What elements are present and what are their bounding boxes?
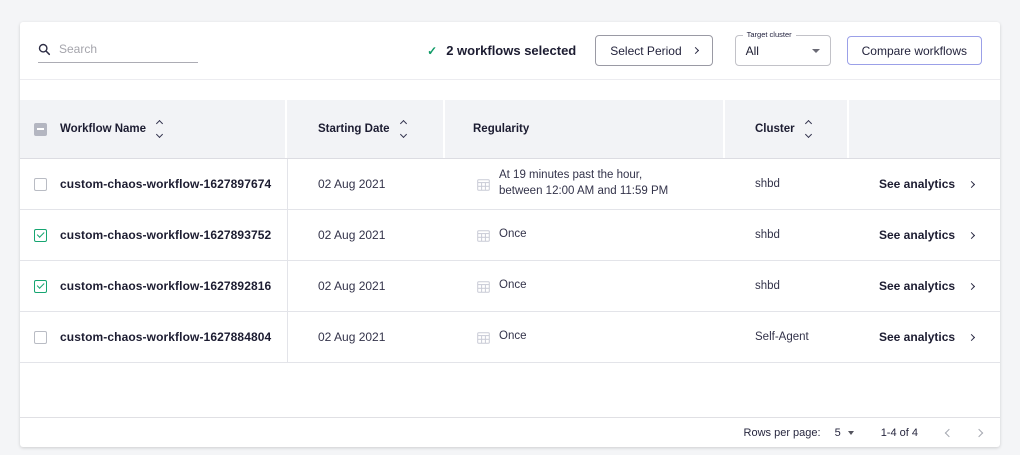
sort-asc-icon — [805, 120, 812, 127]
search-icon — [38, 43, 51, 56]
starting-date: 02 Aug 2021 — [287, 210, 445, 260]
checkmark-icon — [37, 281, 44, 288]
column-header-empty — [849, 100, 1000, 158]
caret-down-icon — [848, 431, 854, 435]
empty-space — [20, 363, 1000, 417]
row-checkbox[interactable] — [34, 280, 47, 293]
target-cluster-select[interactable]: Target cluster All — [735, 35, 831, 66]
regularity-text: Once — [499, 278, 527, 294]
target-cluster-label: Target cluster — [743, 31, 796, 39]
workflow-name: custom-chaos-workflow-1627893752 — [60, 228, 271, 242]
select-period-button[interactable]: Select Period — [595, 35, 712, 66]
target-cluster-value: All — [746, 44, 759, 58]
selection-summary: ✓ 2 workflows selected — [427, 43, 576, 58]
see-analytics-link[interactable]: See analytics — [879, 177, 974, 191]
pagination-bar: Rows per page: 5 1-4 of 4 — [20, 417, 1000, 447]
table-row: custom-chaos-workflow-1627884804 02 Aug … — [20, 312, 1000, 363]
sort-asc-icon — [156, 120, 163, 127]
rows-per-page-value: 5 — [835, 427, 841, 439]
sort-desc-icon — [400, 131, 407, 138]
calendar-icon — [477, 331, 490, 344]
search-box[interactable] — [38, 42, 198, 63]
checkmark-icon — [37, 230, 44, 237]
regularity-text: At 19 minutes past the hour,between 12:0… — [499, 168, 668, 199]
column-header-regularity: Regularity — [473, 123, 529, 135]
column-divider — [287, 159, 288, 363]
row-checkbox[interactable] — [34, 331, 47, 344]
caret-down-icon — [812, 49, 820, 53]
table-row: custom-chaos-workflow-1627892816 02 Aug … — [20, 261, 1000, 312]
chevron-right-icon — [692, 47, 699, 54]
cluster-name: Self-Agent — [725, 312, 849, 362]
page-range-label: 1-4 of 4 — [881, 427, 918, 439]
workflow-name: custom-chaos-workflow-1627897674 — [60, 177, 271, 191]
select-all-checkbox[interactable] — [34, 123, 47, 136]
chevron-right-icon — [968, 282, 975, 289]
sort-workflow-name[interactable] — [157, 121, 162, 137]
select-period-label: Select Period — [610, 44, 681, 58]
chevron-right-icon — [968, 231, 975, 238]
rows-per-page-label: Rows per page: — [744, 427, 821, 439]
regularity-text: Once — [499, 227, 527, 243]
see-analytics-link[interactable]: See analytics — [879, 330, 974, 344]
rows-per-page-select[interactable]: 5 — [835, 427, 854, 439]
table-header: Workflow Name Starting Date Regularity C… — [20, 100, 1000, 158]
sort-starting-date[interactable] — [401, 121, 406, 137]
workflow-name: custom-chaos-workflow-1627884804 — [60, 330, 271, 344]
column-header-workflow-name: Workflow Name — [60, 123, 146, 135]
chevron-right-icon — [968, 180, 975, 187]
row-checkbox[interactable] — [34, 229, 47, 242]
starting-date: 02 Aug 2021 — [287, 261, 445, 311]
workflow-name: custom-chaos-workflow-1627892816 — [60, 279, 271, 293]
toolbar-table-gap — [20, 80, 1000, 100]
table-row: custom-chaos-workflow-1627893752 02 Aug … — [20, 210, 1000, 261]
previous-page-button[interactable] — [945, 428, 953, 436]
calendar-icon — [477, 229, 490, 242]
regularity-text: Once — [499, 329, 527, 345]
next-page-button[interactable] — [975, 428, 983, 436]
cluster-name: shbd — [725, 261, 849, 311]
calendar-icon — [477, 178, 490, 191]
cluster-name: shbd — [725, 210, 849, 260]
toolbar: ✓ 2 workflows selected Select Period Tar… — [20, 22, 1000, 80]
row-checkbox[interactable] — [34, 178, 47, 191]
sort-desc-icon — [156, 131, 163, 138]
selection-summary-label: 2 workflows selected — [446, 43, 576, 58]
calendar-icon — [477, 280, 490, 293]
table-body: custom-chaos-workflow-1627897674 02 Aug … — [20, 158, 1000, 363]
chevron-right-icon — [968, 333, 975, 340]
workflow-comparison-card: ✓ 2 workflows selected Select Period Tar… — [20, 22, 1000, 447]
starting-date: 02 Aug 2021 — [287, 159, 445, 209]
search-input[interactable] — [59, 42, 198, 56]
indeterminate-minus-icon — [37, 128, 44, 130]
see-analytics-link[interactable]: See analytics — [879, 279, 974, 293]
sort-desc-icon — [805, 131, 812, 138]
see-analytics-link[interactable]: See analytics — [879, 228, 974, 242]
check-icon: ✓ — [427, 44, 437, 58]
table-row: custom-chaos-workflow-1627897674 02 Aug … — [20, 159, 1000, 210]
starting-date: 02 Aug 2021 — [287, 312, 445, 362]
cluster-name: shbd — [725, 159, 849, 209]
column-header-starting-date: Starting Date — [318, 123, 390, 135]
column-header-cluster: Cluster — [755, 123, 795, 135]
sort-asc-icon — [400, 120, 407, 127]
sort-cluster[interactable] — [806, 121, 811, 137]
compare-workflows-button[interactable]: Compare workflows — [847, 36, 982, 65]
